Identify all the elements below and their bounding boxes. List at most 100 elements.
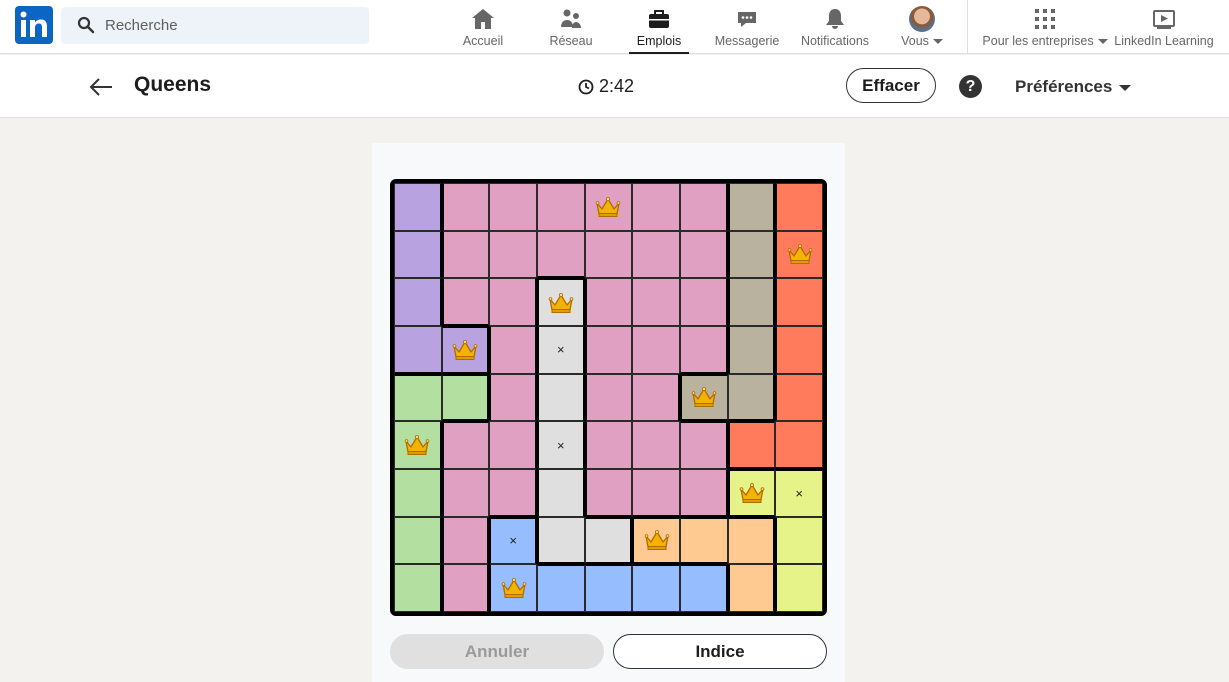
board-cell[interactable]: [584, 230, 633, 279]
board-cell[interactable]: [584, 326, 633, 374]
nav-item-home[interactable]: Accueil: [453, 0, 513, 54]
board-cell[interactable]: [441, 469, 490, 517]
search-box[interactable]: [61, 7, 369, 44]
board-cell[interactable]: [775, 183, 823, 231]
board-cell[interactable]: [727, 373, 776, 422]
nav-item-learning[interactable]: LinkedIn Learning: [1112, 0, 1216, 54]
board-cell[interactable]: [727, 326, 776, 374]
board-cell[interactable]: [680, 230, 728, 279]
board-cell[interactable]: [680, 373, 728, 422]
board-cell[interactable]: [727, 421, 776, 469]
board-cell[interactable]: [632, 183, 680, 231]
board-cell[interactable]: ×: [537, 421, 585, 469]
board-cell[interactable]: [727, 469, 776, 517]
board-cell[interactable]: [584, 373, 633, 422]
board-cell[interactable]: [537, 564, 585, 612]
board-cell[interactable]: [680, 421, 728, 469]
board-cell[interactable]: [537, 516, 585, 565]
board-cell[interactable]: [584, 564, 633, 612]
board-cell[interactable]: [394, 564, 442, 612]
board-cell[interactable]: [441, 278, 490, 326]
board-cell[interactable]: [394, 230, 442, 279]
board-cell[interactable]: [584, 421, 633, 469]
board-cell[interactable]: [489, 326, 537, 374]
nav-item-messaging[interactable]: Messagerie: [712, 0, 782, 54]
board-cell[interactable]: [489, 278, 537, 326]
board-cell[interactable]: [537, 469, 585, 517]
board-cell[interactable]: [394, 278, 442, 326]
board-cell[interactable]: ×: [775, 469, 823, 517]
board-cell[interactable]: ×: [489, 516, 537, 565]
board-cell[interactable]: [727, 564, 776, 612]
board-cell[interactable]: [632, 421, 680, 469]
board-cell[interactable]: ×: [537, 326, 585, 374]
back-button[interactable]: [86, 72, 116, 102]
board-cell[interactable]: [632, 326, 680, 374]
board-cell[interactable]: [441, 326, 490, 374]
board-cell[interactable]: [632, 469, 680, 517]
nav-item-notifications[interactable]: Notifications: [795, 0, 875, 54]
board-cell[interactable]: [632, 373, 680, 422]
board-cell[interactable]: [680, 183, 728, 231]
board-cell[interactable]: [537, 230, 585, 279]
board-cell[interactable]: [489, 373, 537, 422]
board-cell[interactable]: [775, 564, 823, 612]
board-cell[interactable]: [537, 373, 585, 422]
board-cell[interactable]: [632, 516, 680, 565]
board-cell[interactable]: [489, 183, 537, 231]
board-cell[interactable]: [489, 230, 537, 279]
board-cell[interactable]: [775, 326, 823, 374]
nav-item-business[interactable]: Pour les entreprises: [979, 0, 1111, 54]
board-cell[interactable]: [441, 183, 490, 231]
board-cell[interactable]: [489, 564, 537, 612]
board-cell[interactable]: [394, 326, 442, 374]
board-cell[interactable]: [680, 326, 728, 374]
board-cell[interactable]: [632, 278, 680, 326]
board-cell[interactable]: [441, 230, 490, 279]
board-cell[interactable]: [441, 373, 490, 422]
board-cell[interactable]: [489, 469, 537, 517]
board-cell[interactable]: [537, 278, 585, 326]
board-cell[interactable]: [632, 564, 680, 612]
board-cell[interactable]: [680, 469, 728, 517]
nav-item-jobs[interactable]: Emplois: [629, 0, 689, 54]
board-cell[interactable]: [441, 516, 490, 565]
board-cell[interactable]: [489, 421, 537, 469]
board-cell[interactable]: [537, 183, 585, 231]
linkedin-logo[interactable]: [15, 6, 53, 44]
board-cell[interactable]: [394, 469, 442, 517]
board-cell[interactable]: [775, 230, 823, 279]
crown-icon: [692, 387, 717, 408]
board-cell[interactable]: [632, 230, 680, 279]
board-cell[interactable]: [394, 373, 442, 422]
preferences-dropdown[interactable]: Préférences: [1015, 77, 1132, 97]
board-cell[interactable]: [584, 183, 633, 231]
board-cell[interactable]: [394, 421, 442, 469]
board-cell[interactable]: [775, 421, 823, 469]
board-cell[interactable]: [584, 278, 633, 326]
nav-divider: [967, 0, 968, 54]
board-cell[interactable]: [584, 516, 633, 565]
board-cell[interactable]: [680, 278, 728, 326]
board-cell[interactable]: [727, 183, 776, 231]
nav-item-me[interactable]: Vous: [893, 0, 951, 54]
help-icon[interactable]: ?: [959, 75, 982, 98]
board-cell[interactable]: [584, 469, 633, 517]
board-cell[interactable]: [727, 230, 776, 279]
board-cell[interactable]: [394, 516, 442, 565]
board-cell[interactable]: [680, 516, 728, 565]
board-cell[interactable]: [441, 564, 490, 612]
hint-button[interactable]: Indice: [613, 634, 827, 669]
board-cell[interactable]: [441, 421, 490, 469]
board-cell[interactable]: [775, 278, 823, 326]
nav-item-network[interactable]: Réseau: [541, 0, 601, 54]
board-cell[interactable]: [727, 278, 776, 326]
undo-button[interactable]: Annuler: [390, 634, 604, 669]
board-cell[interactable]: [775, 373, 823, 422]
board-cell[interactable]: [394, 183, 442, 231]
search-input[interactable]: [105, 7, 355, 44]
clear-button[interactable]: Effacer: [846, 68, 936, 103]
board-cell[interactable]: [775, 516, 823, 565]
board-cell[interactable]: [727, 516, 776, 565]
board-cell[interactable]: [680, 564, 728, 612]
